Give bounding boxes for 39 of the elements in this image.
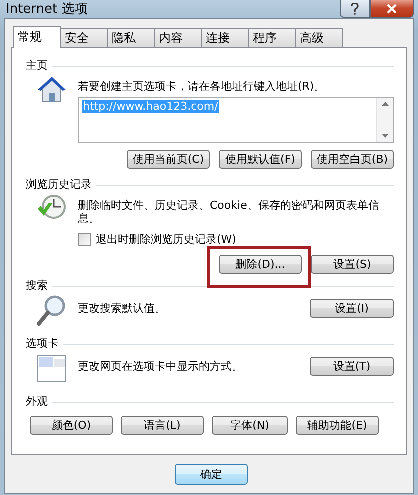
- tab[interactable]: 高级: [295, 28, 343, 47]
- down-arrow-icon: [382, 134, 388, 138]
- description-text: 更改网页在选项卡中显示的方式。: [78, 360, 244, 373]
- tab[interactable]: 安全: [60, 28, 108, 47]
- close-icon: [387, 4, 397, 14]
- group-title: 浏览历史记录: [26, 176, 92, 192]
- button[interactable]: 使用默认值(F): [219, 150, 302, 169]
- group-title: 选项卡: [26, 336, 59, 350]
- tab[interactable]: 连接: [201, 28, 249, 47]
- help-icon: [351, 2, 359, 14]
- button[interactable]: 字体(N): [212, 416, 288, 435]
- button[interactable]: 设置(I): [310, 299, 394, 318]
- button[interactable]: 设置(S): [311, 255, 394, 274]
- tab[interactable]: 内容: [154, 28, 202, 47]
- description-text: 删除临时文件、历史记录、Cookie、保存的密码和网页表单信息。: [78, 199, 380, 225]
- group-title: 外观: [26, 394, 48, 408]
- ok-button[interactable]: 确定: [175, 464, 248, 484]
- magnifier-icon: [36, 294, 68, 328]
- button[interactable]: 颜色(O): [30, 416, 113, 435]
- button[interactable]: 语言(L): [121, 416, 204, 435]
- scrollbar[interactable]: [376, 98, 393, 142]
- tab[interactable]: 常规: [13, 26, 61, 48]
- checkbox-label: 退出时删除浏览历史记录(W): [96, 232, 236, 247]
- help-button[interactable]: [340, 0, 370, 18]
- window-title: Internet 选项: [5, 1, 88, 18]
- tab[interactable]: 隐私: [107, 28, 155, 47]
- description-text: 更改搜索默认值。: [78, 302, 167, 315]
- up-arrow-icon: [382, 102, 388, 106]
- description-text: 若要创建主页选项卡，请在各地址行键入地址(R)。: [78, 80, 326, 93]
- button[interactable]: 使用空白页(B): [311, 150, 394, 169]
- button[interactable]: 删除(D)...: [219, 255, 302, 274]
- close-button[interactable]: [370, 0, 414, 18]
- tab[interactable]: 程序: [248, 28, 296, 47]
- button[interactable]: 设置(T): [310, 357, 394, 376]
- button[interactable]: 辅助功能(E): [296, 416, 379, 435]
- checkbox[interactable]: [78, 233, 91, 246]
- group-title: 主页: [26, 58, 48, 72]
- group-title: 搜索: [26, 278, 48, 292]
- button[interactable]: 使用当前页(C): [127, 150, 210, 169]
